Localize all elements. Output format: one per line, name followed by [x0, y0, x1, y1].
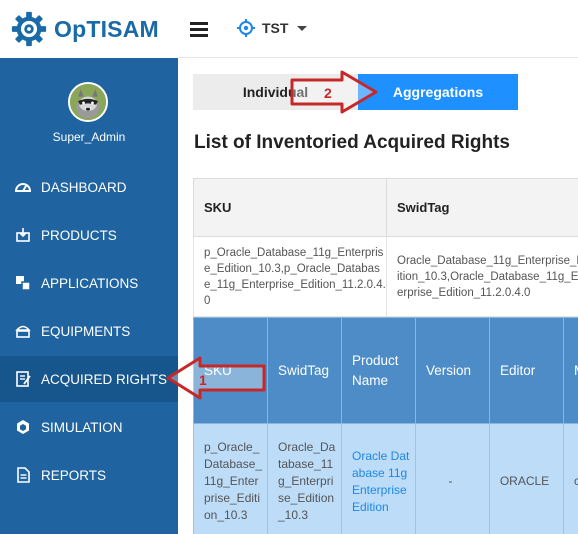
column-header-editor[interactable]: Editor: [489, 317, 564, 424]
app-name: OpTISAM: [54, 15, 159, 42]
table-row[interactable]: p_Oracle_Database_11g_Enterprise_Edition…: [193, 236, 578, 317]
column-header-swidtag[interactable]: SwidTag: [386, 178, 578, 237]
product-name-link[interactable]: Oracle Database 11g Enterprise Edition: [341, 423, 416, 534]
swidtag-cell: Oracle_Database_11g_Enterprise_Edition_1…: [267, 423, 342, 534]
page-title: List of Inventoried Acquired Rights: [194, 132, 510, 153]
sidebar-item-simulation[interactable]: SIMULATION: [0, 404, 178, 450]
gear-logo-icon: [11, 11, 47, 47]
tab-aggregations[interactable]: Aggregations: [358, 74, 518, 110]
truncated-cell: c: [563, 423, 578, 534]
sidebar-item-applications[interactable]: APPLICATIONS: [0, 260, 178, 306]
sidebar-item-dashboard[interactable]: DASHBOARD: [0, 164, 178, 210]
sidebar-item-equipments[interactable]: EQUIPMENTS: [0, 308, 178, 354]
column-header-sku[interactable]: SKU: [193, 178, 387, 237]
annotation-number-2: 2: [324, 85, 332, 101]
crosshair-icon: [237, 19, 255, 37]
sidebar: Super_Admin DASHBOARD PRODUCTS APPLICATI…: [0, 58, 178, 534]
column-header-product-name[interactable]: Product Name: [341, 317, 416, 424]
raccoon-avatar-icon: [70, 84, 106, 120]
sidebar-item-reports[interactable]: REPORTS: [0, 452, 178, 498]
sidebar-item-label: SIMULATION: [41, 419, 123, 435]
column-header-version[interactable]: Version: [415, 317, 490, 424]
sidebar-item-acquired-rights[interactable]: ACQUIRED RIGHTS: [0, 356, 178, 402]
annotation-number-1: 1: [199, 372, 207, 388]
table-row[interactable]: p_Oracle_Database_11g_Enterprise_Edition…: [193, 423, 578, 534]
top-bar: TST: [178, 0, 578, 58]
tab-bar: Individual Aggregations: [193, 74, 518, 110]
scope-selector[interactable]: TST: [236, 18, 308, 38]
sidebar-item-label: PRODUCTS: [41, 227, 117, 243]
sidebar-item-products[interactable]: PRODUCTS: [0, 212, 178, 258]
simulation-icon: [17, 420, 29, 434]
equipments-icon: [15, 325, 31, 338]
detail-table: SKU SwidTag Product Name Version Editor …: [193, 317, 578, 534]
applications-icon: [16, 276, 31, 291]
products-icon: [16, 228, 30, 242]
summary-table: SKU SwidTag p_Oracle_Database_11g_Enterp…: [193, 178, 578, 317]
column-header-truncated[interactable]: M: [563, 317, 578, 424]
sidebar-item-label: EQUIPMENTS: [41, 323, 131, 339]
app-logo[interactable]: OpTISAM: [0, 0, 178, 58]
sidebar-item-label: APPLICATIONS: [41, 275, 139, 291]
swidtag-cell: Oracle_Database_11g_Enterprise_Edition_1…: [386, 236, 578, 317]
sidebar-item-label: DASHBOARD: [41, 179, 127, 195]
avatar[interactable]: [68, 82, 108, 122]
main-content: Individual Aggregations List of Inventor…: [178, 58, 578, 534]
sidebar-item-label: ACQUIRED RIGHTS: [41, 371, 168, 387]
dashboard-icon: [14, 183, 32, 192]
tab-individual[interactable]: Individual: [193, 74, 358, 110]
reports-icon: [17, 467, 30, 483]
chevron-down-icon: [297, 25, 308, 31]
scope-name: TST: [262, 20, 289, 36]
column-header-swidtag[interactable]: SwidTag: [267, 317, 342, 424]
user-name: Super_Admin: [52, 130, 126, 144]
column-header-sku[interactable]: SKU: [193, 317, 268, 424]
sku-cell: p_Oracle_Database_11g_Enterprise_Edition…: [193, 423, 268, 534]
version-cell: -: [415, 423, 490, 534]
sidebar-item-label: REPORTS: [41, 467, 107, 483]
editor-cell: ORACLE: [489, 423, 564, 534]
sku-cell: p_Oracle_Database_11g_Enterprise_Edition…: [193, 236, 387, 317]
hamburger-icon[interactable]: [190, 22, 208, 37]
table-container: SKU SwidTag p_Oracle_Database_11g_Enterp…: [193, 178, 578, 534]
acquired-rights-icon: [16, 371, 31, 387]
